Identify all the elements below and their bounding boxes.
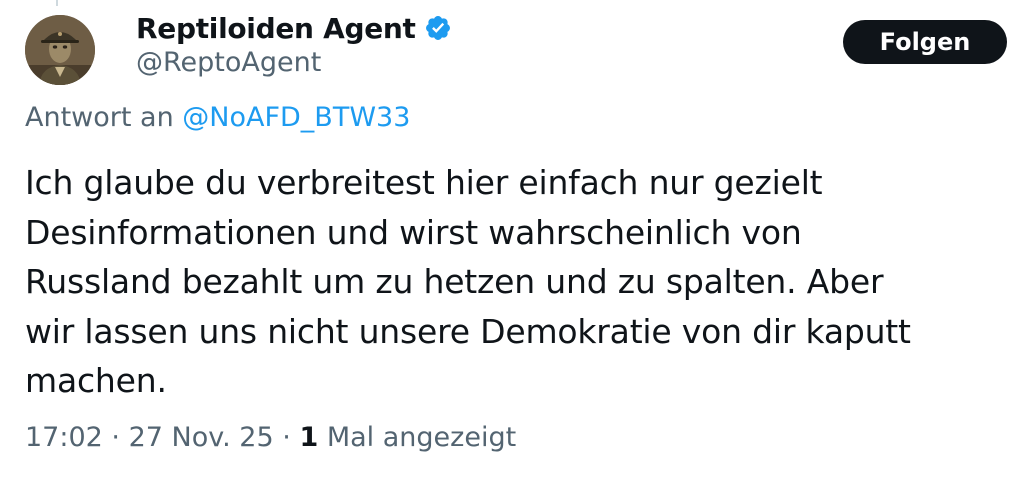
tweet-text-line: Desinformationen und wirst wahrscheinlic… <box>25 212 802 252</box>
verified-badge-icon[interactable] <box>424 14 452 42</box>
author-name-row: Reptiloiden Agent <box>136 8 452 48</box>
meta-separator: · <box>282 422 291 453</box>
meta-separator: · <box>111 422 120 453</box>
tweet-text-line: wir lassen uns nicht unsere Demokratie v… <box>25 311 911 351</box>
views-label: Mal angezeigt <box>326 422 517 453</box>
tweet-time[interactable]: 17:02 <box>25 422 103 453</box>
follow-button[interactable]: Folgen <box>843 20 1007 64</box>
author-display-name[interactable]: Reptiloiden Agent <box>136 12 416 45</box>
tweet-text-line: machen. <box>25 361 167 400</box>
tweet-meta: 17:02 · 27 Nov. 25 · 1 Mal angezeigt <box>25 422 516 453</box>
avatar[interactable] <box>25 15 95 85</box>
tweet-date[interactable]: 27 Nov. 25 <box>129 422 274 453</box>
reptile-soldier-avatar-icon <box>25 15 95 85</box>
reply-mention-link[interactable]: @NoAFD_BTW33 <box>182 102 410 133</box>
tweet-text: Ich glaube du verbreitest hier einfach n… <box>25 158 1005 406</box>
thread-connector-line <box>56 0 58 6</box>
views-count: 1 <box>299 422 319 453</box>
author-handle[interactable]: @ReptoAgent <box>136 47 321 78</box>
reply-prefix: Antwort an <box>25 102 174 133</box>
tweet-text-line: Ich glaube du verbreitest hier einfach n… <box>25 163 823 202</box>
reply-context: Antwort an @NoAFD_BTW33 <box>25 102 410 133</box>
tweet-text-line: Russland bezahlt um zu hetzen und zu spa… <box>25 262 884 301</box>
